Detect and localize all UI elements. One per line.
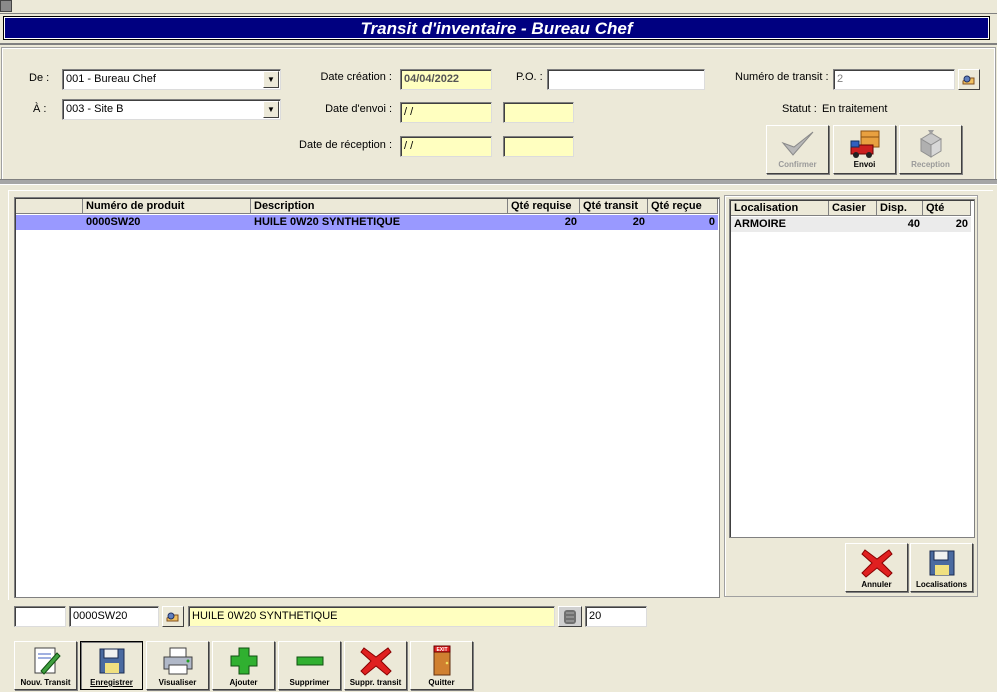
column-header[interactable]: Casier <box>829 201 877 216</box>
po-label: P.O. : <box>516 71 543 83</box>
section-divider <box>0 179 997 185</box>
products-grid-header: Numéro de produit Description Qté requis… <box>16 199 718 214</box>
receive-button-label: Reception <box>911 160 950 169</box>
row-indicator <box>16 215 83 230</box>
locations-grid[interactable]: Localisation Casier Disp. Qté ARMOIRE 40… <box>729 199 975 538</box>
delete-transit-label: Suppr. transit <box>349 678 402 687</box>
lookup-icon <box>962 75 975 84</box>
new-transit-button[interactable]: Nouv. Transit <box>14 641 77 690</box>
checkmark-icon <box>780 131 813 156</box>
new-transit-label: Nouv. Transit <box>20 678 71 687</box>
from-select-value: 001 - Bureau Chef <box>66 73 156 85</box>
transit-number-field[interactable]: 2 <box>833 69 955 90</box>
view-button[interactable]: Visualiser <box>146 641 209 690</box>
entry-description-field[interactable]: HUILE 0W20 SYNTHETIQUE <box>188 606 555 627</box>
cancel-button-label: Annuler <box>861 580 892 589</box>
product-search-button[interactable] <box>162 606 184 627</box>
view-button-label: Visualiser <box>158 678 197 687</box>
creation-date-field[interactable]: 04/04/2022 <box>400 69 492 90</box>
row-qty-required: 20 <box>564 216 577 228</box>
red-x-icon <box>860 549 893 578</box>
to-label: À : <box>33 103 47 115</box>
delete-transit-button[interactable]: Suppr. transit <box>344 641 407 690</box>
to-select[interactable]: 003 - Site B ▼ <box>62 99 281 120</box>
row-qty-received: 0 <box>708 216 715 228</box>
send-button[interactable]: Envoi <box>833 125 896 174</box>
tire-icon <box>564 609 576 624</box>
chevron-down-icon[interactable]: ▼ <box>263 71 279 88</box>
window-icon <box>0 0 12 12</box>
window-title: Transit d'inventaire - Bureau Chef <box>3 16 990 40</box>
status-value: En traitement <box>822 103 888 115</box>
column-header[interactable]: Numéro de produit <box>83 199 251 214</box>
minus-icon <box>296 656 323 666</box>
row-available: 40 <box>907 218 920 230</box>
send-button-label: Envoi <box>853 160 876 169</box>
entry-field-1[interactable] <box>14 606 66 627</box>
plus-icon <box>230 647 257 675</box>
delete-button[interactable]: Supprimer <box>278 641 341 690</box>
receipt-date-field[interactable]: / / <box>400 136 492 157</box>
lookup-icon <box>166 612 179 621</box>
from-select[interactable]: 001 - Bureau Chef ▼ <box>62 69 281 90</box>
floppy-disk-icon <box>929 550 954 576</box>
send-extra-field[interactable] <box>503 102 574 123</box>
table-row[interactable]: 0000SW20 HUILE 0W20 SYNTHETIQUE 20 20 0 <box>16 215 718 230</box>
column-header[interactable]: Qté transit <box>580 199 648 214</box>
column-header[interactable]: Localisation <box>731 201 829 216</box>
red-x-icon <box>359 647 392 676</box>
column-header[interactable]: Qté reçue <box>648 199 718 214</box>
chevron-down-icon[interactable]: ▼ <box>263 101 279 118</box>
table-row[interactable]: ARMOIRE 40 20 <box>731 217 971 232</box>
to-select-value: 003 - Site B <box>66 103 124 115</box>
status-label: Statut : <box>782 103 817 115</box>
svg-text:EXIT: EXIT <box>436 647 447 653</box>
entry-quantity-field[interactable]: 20 <box>585 606 647 627</box>
receive-box-icon <box>919 130 942 158</box>
floppy-disk-icon <box>99 648 124 674</box>
delivery-truck-icon <box>850 130 879 158</box>
row-product-code: 0000SW20 <box>86 216 141 228</box>
entry-product-code-field[interactable]: 0000SW20 <box>69 606 159 627</box>
row-description: HUILE 0W20 SYNTHETIQUE <box>254 216 401 228</box>
quit-button[interactable]: EXIT Quitter <box>410 641 473 690</box>
tire-button[interactable] <box>558 606 582 627</box>
receive-button[interactable]: Reception <box>899 125 962 174</box>
send-date-field[interactable]: / / <box>400 102 492 123</box>
po-field[interactable] <box>547 69 705 90</box>
receipt-date-label: Date de réception : <box>299 139 392 151</box>
printer-icon <box>163 647 192 675</box>
new-document-icon <box>34 647 61 675</box>
locations-button-label: Localisations <box>915 580 968 589</box>
column-header[interactable]: Qté <box>923 201 971 216</box>
products-grid[interactable]: Numéro de produit Description Qté requis… <box>14 197 720 598</box>
transit-search-button[interactable] <box>958 69 980 90</box>
column-header[interactable]: Description <box>251 199 508 214</box>
delete-button-label: Supprimer <box>289 678 330 687</box>
send-date-label: Date d'envoi : <box>325 103 392 115</box>
column-header[interactable]: Qté requise <box>508 199 580 214</box>
confirm-button[interactable]: Confirmer <box>766 125 829 174</box>
receipt-extra-field[interactable] <box>503 136 574 157</box>
save-button-label: Enregistrer <box>90 678 133 687</box>
confirm-button-label: Confirmer <box>778 160 817 169</box>
quit-button-label: Quitter <box>428 678 455 687</box>
locations-button[interactable]: Localisations <box>910 543 973 592</box>
cancel-button[interactable]: Annuler <box>845 543 908 592</box>
row-qty-transit: 20 <box>632 216 645 228</box>
add-button[interactable]: Ajouter <box>212 641 275 690</box>
transit-number-label: Numéro de transit : <box>735 71 829 83</box>
locations-grid-header: Localisation Casier Disp. Qté <box>731 201 971 216</box>
row-bin <box>829 217 877 232</box>
row-location: ARMOIRE <box>734 218 786 230</box>
creation-date-label: Date création : <box>320 71 392 83</box>
save-button[interactable]: Enregistrer <box>80 641 143 690</box>
row-qty: 20 <box>955 218 968 230</box>
add-button-label: Ajouter <box>229 678 258 687</box>
from-label: De : <box>29 72 50 84</box>
column-header[interactable]: Disp. <box>877 201 923 216</box>
exit-door-icon: EXIT <box>433 645 450 676</box>
column-header[interactable] <box>16 199 83 214</box>
